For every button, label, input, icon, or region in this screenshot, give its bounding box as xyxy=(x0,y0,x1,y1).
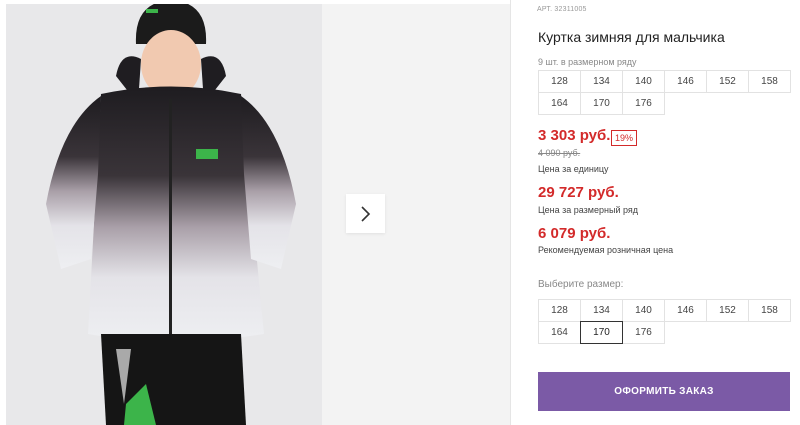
size-option-170[interactable]: 170 xyxy=(580,321,623,344)
row-price: 29 727 руб. xyxy=(538,184,619,201)
size-row-grid: 128 134 140 146 152 158 164 170 176 xyxy=(538,70,791,115)
product-photo-illustration xyxy=(6,4,322,425)
size-option-134[interactable]: 134 xyxy=(580,299,623,322)
size-option-140[interactable]: 140 xyxy=(622,299,665,322)
product-gallery xyxy=(0,0,510,425)
unit-price: 3 303 руб. xyxy=(538,127,611,144)
row-price-label: Цена за размерный ряд xyxy=(538,205,639,215)
size-option-164[interactable]: 164 xyxy=(538,321,581,344)
rrp-price: 6 079 руб. xyxy=(538,225,611,242)
unit-price-label: Цена за единицу xyxy=(538,164,609,174)
next-photo-button[interactable] xyxy=(346,194,385,233)
size-option-176: 176 xyxy=(622,92,665,115)
size-option-158: 158 xyxy=(748,70,791,93)
size-option-128: 128 xyxy=(538,70,581,93)
size-picker-grid: 128 134 140 146 152 158 164 170 176 xyxy=(538,299,791,344)
discount-badge: 19% xyxy=(611,130,638,146)
size-option-158[interactable]: 158 xyxy=(748,299,791,322)
order-button[interactable]: ОФОРМИТЬ ЗАКАЗ xyxy=(538,372,790,411)
size-option-146[interactable]: 146 xyxy=(664,299,707,322)
size-option-170: 170 xyxy=(580,92,623,115)
product-photo[interactable] xyxy=(6,4,322,425)
size-option-152: 152 xyxy=(706,70,749,93)
product-title: Куртка зимняя для мальчика xyxy=(538,29,725,45)
rrp-price-label: Рекомендуемая розничная цена xyxy=(538,245,674,255)
choose-size-label: Выберите размер: xyxy=(538,279,624,290)
pack-info: 9 шт. в размерном ряду xyxy=(538,57,637,67)
size-option-140: 140 xyxy=(622,70,665,93)
old-price: 4 090 руб. xyxy=(538,148,581,158)
chevron-right-icon xyxy=(360,205,370,222)
size-option-164: 164 xyxy=(538,92,581,115)
size-option-146: 146 xyxy=(664,70,707,93)
size-option-152[interactable]: 152 xyxy=(706,299,749,322)
size-option-134: 134 xyxy=(580,70,623,93)
size-option-128[interactable]: 128 xyxy=(538,299,581,322)
size-option-176[interactable]: 176 xyxy=(622,321,665,344)
panel-divider xyxy=(510,0,511,425)
article-number: АРТ. 32311005 xyxy=(537,6,587,13)
